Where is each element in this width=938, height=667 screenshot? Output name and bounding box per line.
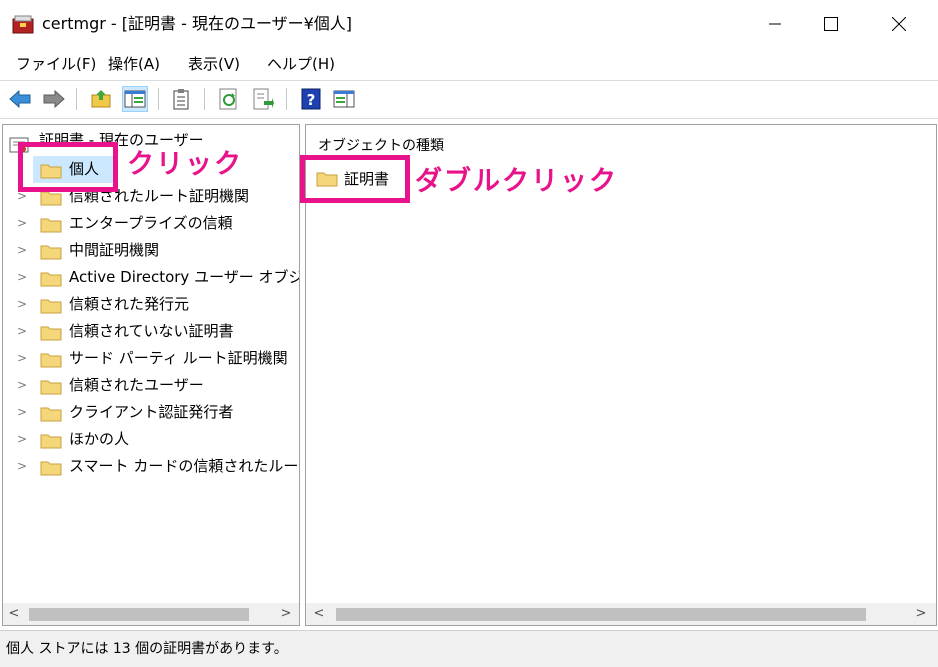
toolbar-separator	[286, 88, 287, 110]
tree-item-label: クライアント認証発行者	[69, 403, 234, 421]
menu-view[interactable]: 表示(V)	[188, 54, 240, 74]
folder-icon	[40, 243, 62, 264]
up-folder-icon	[91, 90, 111, 108]
scroll-left-icon[interactable]: <	[310, 606, 328, 621]
certificate-manager-app-icon	[12, 14, 34, 34]
click-annotation: クリック	[127, 149, 243, 180]
folder-icon	[40, 189, 62, 210]
show-hide-console-tree-button[interactable]	[122, 86, 148, 112]
tree-item-label: エンタープライズの信頼	[69, 214, 233, 232]
up-one-level-button[interactable]	[88, 86, 114, 112]
export-list-button[interactable]	[250, 86, 276, 112]
tree-item-trusted-publishers[interactable]: > 信頼された発行元	[3, 291, 299, 318]
folder-icon	[40, 378, 62, 399]
toolbar: ?	[0, 84, 938, 116]
help-icon: ?	[301, 88, 321, 110]
double-click-highlight-box	[300, 155, 410, 203]
back-arrow-icon	[9, 89, 31, 109]
tree-item-enterprise-trust[interactable]: > エンタープライズの信頼	[3, 210, 299, 237]
tree-item-third-party-root[interactable]: > サード パーティ ルート証明機関	[3, 345, 299, 372]
chevron-right-icon[interactable]: >	[17, 297, 27, 311]
folder-icon	[40, 351, 62, 372]
tree-item-untrusted[interactable]: > 信頼されていない証明書	[3, 318, 299, 345]
minimize-icon	[769, 23, 781, 25]
chevron-right-icon[interactable]: >	[17, 405, 27, 419]
menu-file[interactable]: ファイル(F)	[16, 54, 96, 74]
minimize-button[interactable]	[752, 0, 798, 48]
status-bar: 個人 ストアには 13 個の証明書があります。	[0, 630, 938, 667]
tree-item-label: ほかの人	[69, 430, 130, 448]
back-button[interactable]	[7, 86, 33, 112]
folder-icon	[40, 324, 62, 345]
scroll-left-icon[interactable]: <	[5, 606, 23, 621]
chevron-right-icon[interactable]: >	[17, 270, 27, 284]
tree-item-client-auth-issuers[interactable]: > クライアント認証発行者	[3, 399, 299, 426]
tree-item-label: サード パーティ ルート証明機関	[69, 349, 288, 367]
tree-item-label: スマート カードの信頼されたルート	[69, 457, 300, 475]
toolbar-separator	[158, 88, 159, 110]
clipboard-icon	[173, 89, 189, 110]
chevron-right-icon[interactable]: >	[17, 243, 27, 257]
forward-button[interactable]	[41, 86, 67, 112]
folder-icon	[40, 459, 62, 480]
toolbar-separator	[76, 88, 77, 110]
folder-icon	[40, 405, 62, 426]
tree-item-label: Active Directory ユーザー オブジェクト	[69, 268, 300, 286]
folder-icon	[40, 270, 62, 291]
scroll-right-icon[interactable]: >	[277, 606, 295, 621]
tree-item-label: 中間証明機関	[69, 241, 160, 259]
show-hide-tree-icon	[124, 90, 146, 108]
menu-separator	[0, 80, 938, 81]
svg-text:?: ?	[307, 91, 316, 109]
console-view-icon	[333, 90, 355, 108]
forward-arrow-icon	[43, 89, 65, 109]
close-button[interactable]	[876, 0, 922, 48]
chevron-right-icon[interactable]: >	[17, 459, 27, 473]
menu-help[interactable]: ヘルプ(H)	[267, 54, 335, 74]
scroll-right-icon[interactable]: >	[912, 606, 930, 621]
scrollbar-thumb[interactable]	[29, 608, 249, 621]
folder-icon	[40, 432, 62, 453]
horizontal-scrollbar[interactable]: < >	[3, 603, 299, 625]
menu-action[interactable]: 操作(A)	[108, 54, 160, 74]
chevron-right-icon[interactable]: >	[17, 324, 27, 338]
double-click-annotation: ダブルクリック	[415, 166, 618, 197]
tree-item-trusted-people[interactable]: > 信頼されたユーザー	[3, 372, 299, 399]
chevron-right-icon[interactable]: >	[17, 216, 27, 230]
menu-bar: ファイル(F) 操作(A) 表示(V) ヘルプ(H)	[0, 50, 938, 78]
refresh-button[interactable]	[216, 86, 242, 112]
tree-item-label: 信頼されたユーザー	[69, 376, 204, 394]
folder-icon	[40, 216, 62, 237]
action-pane-button[interactable]	[331, 86, 357, 112]
scrollbar-thumb[interactable]	[336, 608, 866, 621]
refresh-icon	[219, 88, 237, 110]
tree-item-other-people[interactable]: > ほかの人	[3, 426, 299, 453]
tree-item-active-directory[interactable]: > Active Directory ユーザー オブジェクト	[3, 264, 299, 291]
horizontal-scrollbar[interactable]: < >	[306, 603, 936, 625]
tree-item-smart-card-root[interactable]: > スマート カードの信頼されたルート	[3, 453, 299, 480]
status-text: 個人 ストアには 13 個の証明書があります。	[6, 641, 288, 657]
toolbar-separator-line	[0, 118, 938, 119]
maximize-icon	[824, 17, 838, 31]
column-header[interactable]: オブジェクトの種類	[318, 136, 444, 156]
help-button[interactable]: ?	[298, 86, 324, 112]
chevron-right-icon[interactable]: >	[17, 378, 27, 392]
chevron-right-icon[interactable]: >	[17, 432, 27, 446]
tree-item-intermediate[interactable]: > 中間証明機関	[3, 237, 299, 264]
toolbar-separator	[204, 88, 205, 110]
console-tree-pane[interactable]: 証明書 - 現在のユーザー 個人 > 信頼されたルート証明機関 > エンタープラ…	[2, 124, 300, 626]
close-icon	[892, 17, 906, 31]
chevron-right-icon[interactable]: >	[17, 351, 27, 365]
click-highlight-box	[18, 142, 118, 192]
tree-item-label: 信頼されていない証明書	[69, 322, 234, 340]
title-bar: certmgr - [証明書 - 現在のユーザー¥個人]	[0, 0, 938, 48]
export-list-icon	[253, 88, 274, 110]
window-title: certmgr - [証明書 - 現在のユーザー¥個人]	[42, 14, 353, 33]
tree-item-label: 信頼された発行元	[69, 295, 190, 313]
folder-icon	[40, 297, 62, 318]
maximize-button[interactable]	[808, 0, 854, 48]
properties-button[interactable]	[168, 86, 194, 112]
